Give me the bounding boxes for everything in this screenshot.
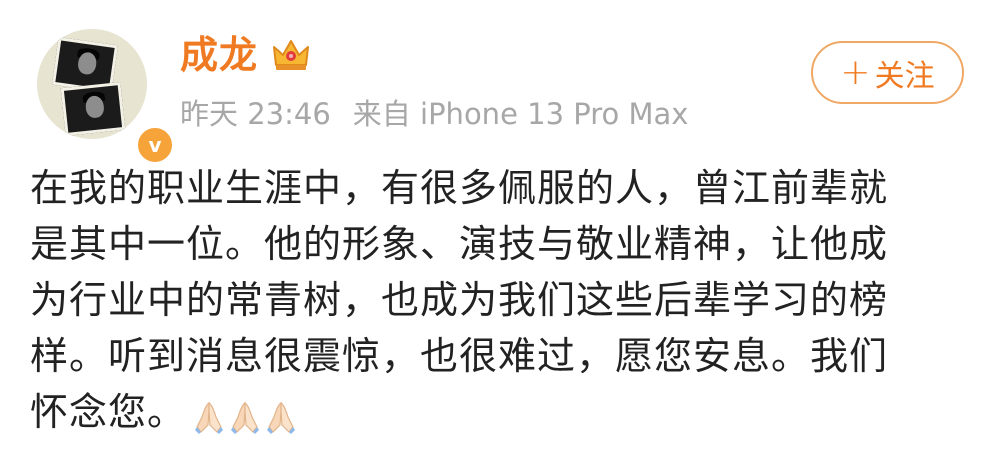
username[interactable]: 成龙 <box>180 30 258 80</box>
post-meta: 昨天 23:46 来自 iPhone 13 Pro Max <box>180 94 688 134</box>
post-text-line-last: 怀念您。 <box>30 384 980 443</box>
folded-hands-icon <box>267 401 296 434</box>
follow-button-label: 关注 <box>874 58 935 94</box>
post-text-line: 为行业中的常青树，也成为我们这些后辈学习的榜 <box>30 278 889 322</box>
avatar[interactable]: v <box>37 29 175 165</box>
emoji-row <box>192 387 300 443</box>
post-text-line: 样。听到消息很震惊，也很难过，愿您安息。我们 <box>30 334 889 378</box>
follow-button[interactable]: + 关注 <box>811 41 964 104</box>
avatar-image[interactable] <box>37 29 147 139</box>
post-time: 昨天 23:46 <box>180 97 331 131</box>
post-content: 在我的职业生涯中，有很多佩服的人，曾江前辈就 是其中一位。他的形象、演技与敬业精… <box>30 160 980 443</box>
crown-icon <box>273 40 309 70</box>
weibo-post: v 成龙 昨天 23:46 来自 iPhone 13 Pro Max + 关注 在… <box>0 0 1000 449</box>
post-source[interactable]: 来自 iPhone 13 Pro Max <box>353 97 689 131</box>
post-text-end: 怀念您。 <box>30 390 187 434</box>
post-text-line: 在我的职业生涯中，有很多佩服的人，曾江前辈就 <box>30 166 889 210</box>
folded-hands-icon <box>195 401 224 434</box>
verified-badge-letter: v <box>148 133 162 157</box>
folded-hands-icon <box>231 401 260 434</box>
plus-icon: + <box>840 51 871 93</box>
avatar-photo-bottom <box>60 81 126 137</box>
verified-badge-icon: v <box>135 125 175 165</box>
post-text-line: 是其中一位。他的形象、演技与敬业精神，让他成 <box>30 222 889 266</box>
